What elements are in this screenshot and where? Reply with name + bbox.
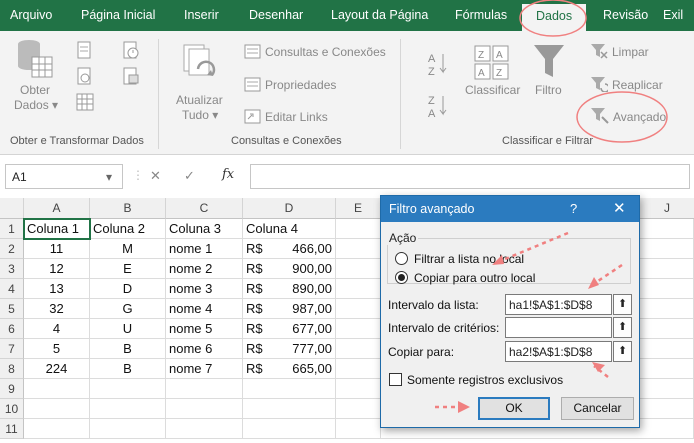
- highlight-circle-avancado: [576, 91, 668, 143]
- arrow-heads-icon: [458, 255, 605, 413]
- highlight-circle-dados: [519, 0, 587, 37]
- annotation-arrows: [435, 231, 623, 409]
- annotation-overlay: [435, 0, 668, 413]
